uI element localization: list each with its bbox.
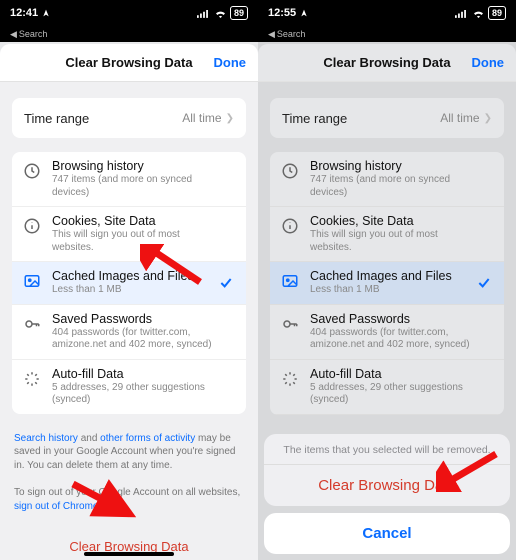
row-title: Cached Images and Files <box>52 269 218 284</box>
row-cached-images[interactable]: Cached Images and Files Less than 1 MB <box>270 262 504 305</box>
time-range-row[interactable]: Time range All time ❯ <box>12 98 246 138</box>
action-sheet-clear-button[interactable]: Clear Browsing Data <box>264 465 510 506</box>
search-history-link[interactable]: Search history <box>14 433 78 444</box>
row-title: Auto-fill Data <box>52 367 218 382</box>
breadcrumb-label: Search <box>277 29 306 39</box>
done-button[interactable]: Done <box>214 55 247 70</box>
location-icon <box>300 9 308 17</box>
sheet-header: Clear Browsing Data Done <box>0 44 258 82</box>
footer-note-1: Search history and other forms of activi… <box>14 432 244 473</box>
row-cookies[interactable]: Cookies, Site Data This will sign you ou… <box>270 207 504 262</box>
row-subtitle: Less than 1 MB <box>52 284 218 297</box>
image-icon <box>280 271 300 291</box>
breadcrumb-label: Search <box>19 29 48 39</box>
chevron-left-icon: ◀ <box>268 29 275 40</box>
breadcrumb[interactable]: ◀ Search <box>0 26 258 42</box>
sheet: Clear Browsing Data Done Time range All … <box>258 44 516 560</box>
sheet-header: Clear Browsing Data Done <box>258 44 516 82</box>
autofill-icon <box>280 369 300 389</box>
action-sheet-message: The items that you selected will be remo… <box>264 434 510 465</box>
time-range-value: All time <box>440 111 479 125</box>
row-subtitle: This will sign you out of most websites. <box>310 229 476 254</box>
action-sheet: The items that you selected will be remo… <box>264 434 510 554</box>
home-indicator[interactable] <box>84 552 174 556</box>
status-time: 12:41 <box>10 7 38 19</box>
row-title: Cached Images and Files <box>310 269 476 284</box>
row-title: Browsing history <box>310 159 476 174</box>
row-saved-passwords[interactable]: Saved Passwords 404 passwords (for twitt… <box>12 305 246 360</box>
info-icon <box>280 216 300 236</box>
data-type-list: Browsing history 747 items (and more on … <box>270 152 504 415</box>
battery-level: 89 <box>230 6 248 20</box>
row-title: Saved Passwords <box>52 312 218 327</box>
sign-out-link[interactable]: sign out of Chrome <box>14 501 99 512</box>
sheet: Clear Browsing Data Done Time range All … <box>0 44 258 560</box>
row-subtitle: 404 passwords (for twitter.com, amizone.… <box>52 327 218 352</box>
row-autofill[interactable]: Auto-fill Data 5 addresses, 29 other sug… <box>270 360 504 415</box>
key-icon <box>22 314 42 334</box>
row-subtitle: 5 addresses, 29 other suggestions (synce… <box>52 382 218 407</box>
row-browsing-history[interactable]: Browsing history 747 items (and more on … <box>12 152 246 207</box>
row-cached-images[interactable]: Cached Images and Files Less than 1 MB <box>12 262 246 305</box>
other-activity-link[interactable]: other forms of activity <box>100 433 195 444</box>
wifi-icon <box>472 9 485 18</box>
action-sheet-cancel-button[interactable]: Cancel <box>264 513 510 554</box>
battery-level: 89 <box>488 6 506 20</box>
done-button[interactable]: Done <box>472 55 505 70</box>
phone-left: 12:41 89 ◀ Search Clear Browsing Dat <box>0 0 258 560</box>
row-subtitle: 5 addresses, 29 other suggestions (synce… <box>310 382 476 407</box>
row-title: Cookies, Site Data <box>52 214 218 229</box>
chevron-right-icon: ❯ <box>226 113 234 124</box>
wifi-icon <box>214 9 227 18</box>
row-title: Browsing history <box>52 159 218 174</box>
info-icon <box>22 216 42 236</box>
history-icon <box>280 161 300 181</box>
checkmark-icon <box>218 275 236 291</box>
row-title: Cookies, Site Data <box>310 214 476 229</box>
phone-right: 12:55 89 ◀ Search Clear Browsing Dat <box>258 0 516 560</box>
row-subtitle: This will sign you out of most websites. <box>52 229 218 254</box>
row-autofill[interactable]: Auto-fill Data 5 addresses, 29 other sug… <box>12 360 246 414</box>
time-range-row[interactable]: Time range All time ❯ <box>270 98 504 138</box>
page-title: Clear Browsing Data <box>323 55 450 70</box>
chevron-left-icon: ◀ <box>10 29 17 40</box>
status-bar: 12:41 89 <box>0 0 258 26</box>
history-icon <box>22 161 42 181</box>
row-subtitle: 747 items (and more on synced devices) <box>52 174 218 199</box>
data-type-list: Browsing history 747 items (and more on … <box>12 152 246 414</box>
page-title: Clear Browsing Data <box>65 55 192 70</box>
time-range-label: Time range <box>24 111 89 126</box>
image-icon <box>22 271 42 291</box>
signal-icon <box>197 9 211 18</box>
row-browsing-history[interactable]: Browsing history 747 items (and more on … <box>270 152 504 207</box>
key-icon <box>280 314 300 334</box>
time-range-value: All time <box>182 111 221 125</box>
row-title: Auto-fill Data <box>310 367 476 382</box>
signal-icon <box>455 9 469 18</box>
time-range-label: Time range <box>282 111 347 126</box>
status-time: 12:55 <box>268 7 296 19</box>
row-title: Saved Passwords <box>310 312 476 327</box>
checkmark-icon <box>476 275 494 291</box>
row-subtitle: 404 passwords (for twitter.com, amizone.… <box>310 327 476 352</box>
row-subtitle: 747 items (and more on synced devices) <box>310 174 476 199</box>
autofill-icon <box>22 369 42 389</box>
location-icon <box>42 9 50 17</box>
row-cookies[interactable]: Cookies, Site Data This will sign you ou… <box>12 207 246 262</box>
status-bar: 12:55 89 <box>258 0 516 26</box>
row-subtitle: Less than 1 MB <box>310 284 476 297</box>
breadcrumb[interactable]: ◀ Search <box>258 26 516 42</box>
footer-note-2: To sign out of your Google Account on al… <box>14 486 244 513</box>
chevron-right-icon: ❯ <box>484 113 492 124</box>
row-saved-passwords[interactable]: Saved Passwords 404 passwords (for twitt… <box>270 305 504 360</box>
